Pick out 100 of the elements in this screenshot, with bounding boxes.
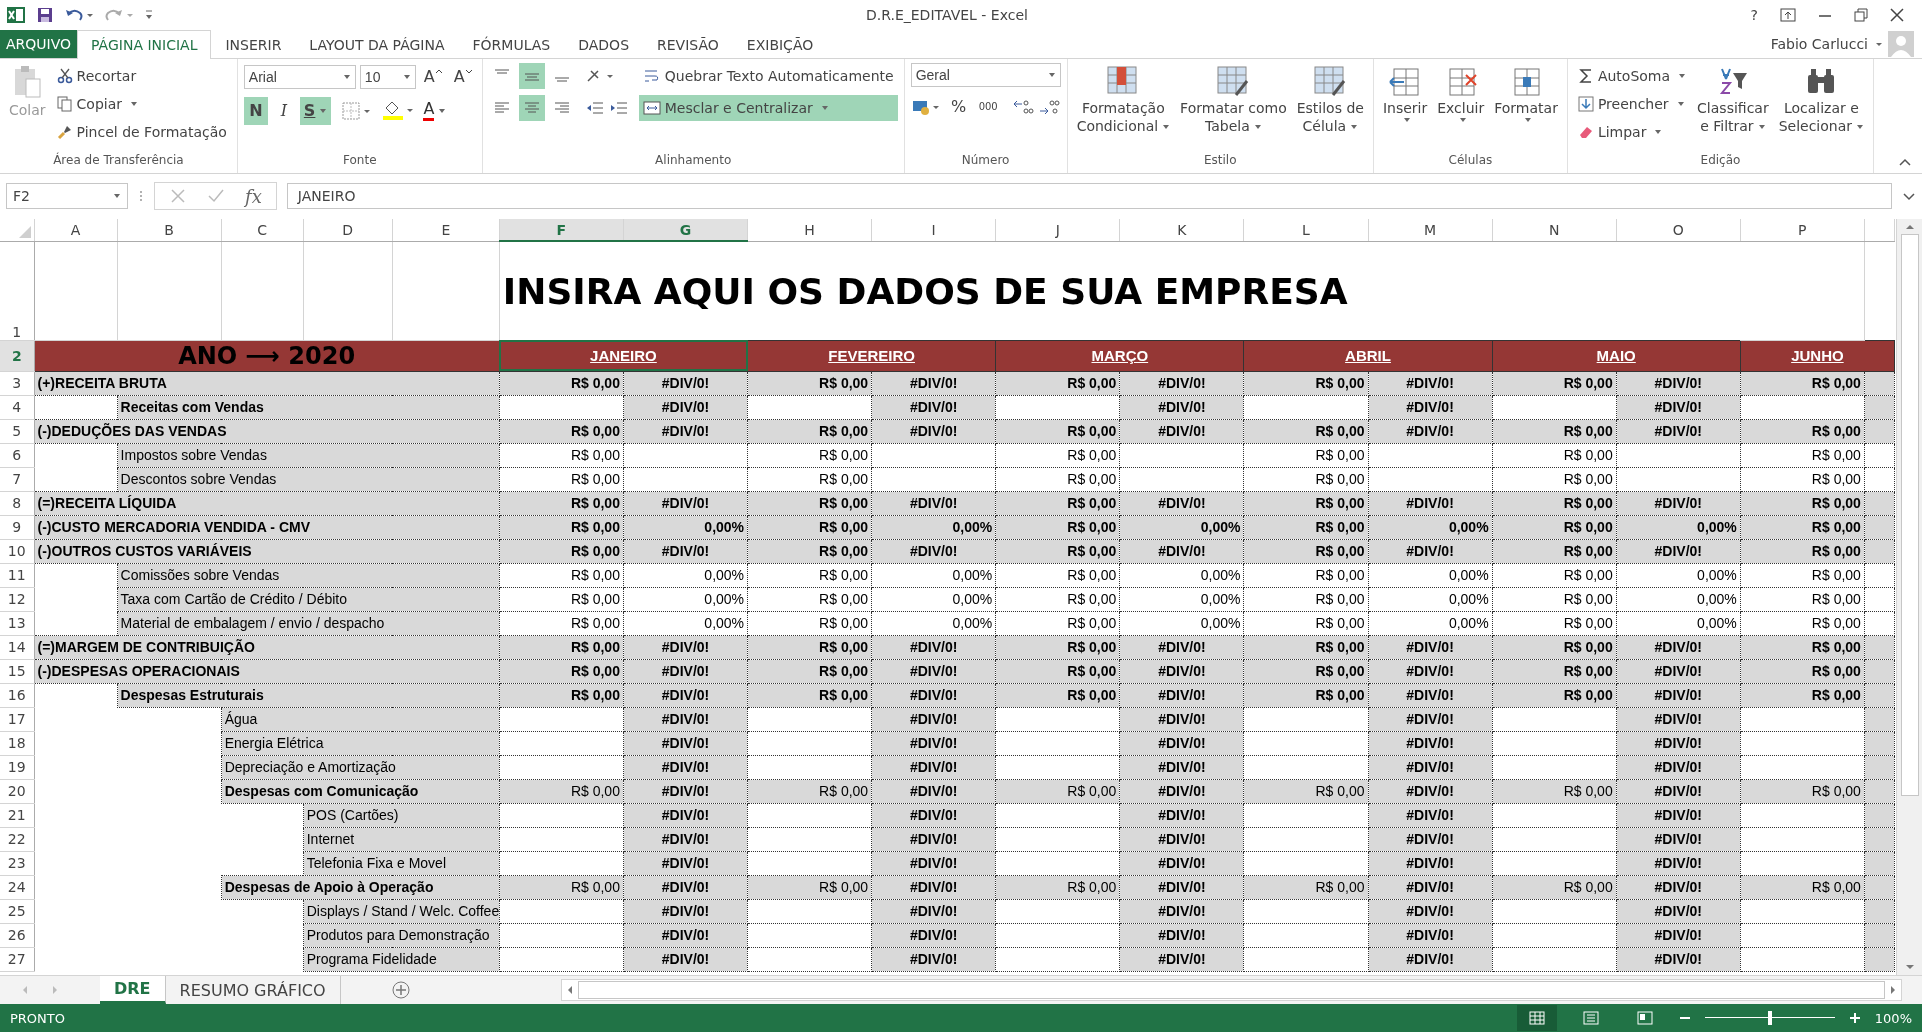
month-header[interactable]: FEVEREIRO bbox=[747, 340, 996, 372]
editing-button[interactable]: Localizar e Selecionar bbox=[1775, 62, 1868, 137]
ribbon-display-icon[interactable] bbox=[1780, 7, 1796, 22]
column-header[interactable]: F bbox=[499, 219, 624, 242]
row-header[interactable]: 21 bbox=[0, 803, 34, 828]
percent-button[interactable]: % bbox=[946, 92, 971, 121]
scroll-down-icon[interactable] bbox=[1904, 963, 1915, 972]
row-header[interactable]: 3 bbox=[0, 371, 34, 396]
user-name[interactable]: Fabio Carlucci bbox=[1770, 35, 1868, 52]
italic-button[interactable]: I bbox=[271, 96, 296, 125]
style-button[interactable]: Formatação Condicional bbox=[1073, 62, 1174, 137]
row-header[interactable]: 23 bbox=[0, 851, 34, 876]
editing-button[interactable]: Classificar e Filtrar bbox=[1694, 62, 1772, 137]
fill-color-icon[interactable] bbox=[381, 99, 416, 122]
column-header[interactable]: B bbox=[117, 219, 222, 242]
row-header[interactable]: 1 bbox=[0, 241, 34, 341]
number-format-field[interactable]: Geral bbox=[910, 62, 1061, 87]
wrap-text-button[interactable]: Quebrar Texto Automaticamente bbox=[638, 62, 898, 89]
file-tab[interactable]: ARQUIVO bbox=[0, 29, 78, 58]
row-header[interactable]: 22 bbox=[0, 827, 34, 852]
column-header[interactable]: O bbox=[1616, 219, 1741, 242]
column-header[interactable]: G bbox=[623, 219, 748, 242]
insert-function-button[interactable]: fx bbox=[245, 185, 262, 207]
ribbon-tab[interactable]: EXIBIÇÃO bbox=[732, 29, 828, 59]
row-header[interactable]: 27 bbox=[0, 947, 34, 972]
row-header[interactable]: 26 bbox=[0, 923, 34, 948]
zoom-slider-thumb[interactable] bbox=[1767, 1011, 1772, 1026]
row-header[interactable]: 8 bbox=[0, 491, 34, 516]
ribbon-tab[interactable]: INSERIR bbox=[211, 29, 296, 59]
ribbon-tab[interactable]: REVISÃO bbox=[643, 29, 733, 59]
autosum-button[interactable]: AutoSoma bbox=[1573, 62, 1691, 89]
ribbon-tab[interactable]: DADOS bbox=[564, 29, 644, 59]
fill-button[interactable]: Preencher bbox=[1573, 90, 1691, 117]
scroll-up-icon[interactable] bbox=[1904, 223, 1915, 232]
thousands-button[interactable]: 000 bbox=[974, 92, 1002, 121]
underline-button[interactable]: S bbox=[299, 96, 332, 125]
cells-button[interactable]: Formatar bbox=[1491, 62, 1561, 125]
row-header[interactable]: 16 bbox=[0, 683, 34, 708]
row-header[interactable]: 13 bbox=[0, 611, 34, 636]
row-header[interactable]: 7 bbox=[0, 467, 34, 492]
row-header[interactable]: 9 bbox=[0, 515, 34, 540]
month-header[interactable]: ABRIL bbox=[1243, 340, 1493, 372]
save-icon[interactable] bbox=[36, 5, 54, 24]
column-header[interactable]: I bbox=[871, 219, 996, 242]
formula-field[interactable]: JANEIRO bbox=[286, 183, 1892, 210]
scrollbar-thumb[interactable] bbox=[577, 981, 1885, 1000]
row-header[interactable]: 12 bbox=[0, 587, 34, 612]
column-header[interactable]: A bbox=[34, 219, 118, 242]
row-header[interactable]: 17 bbox=[0, 707, 34, 732]
column-header[interactable]: L bbox=[1243, 219, 1368, 242]
view-button[interactable] bbox=[1516, 1005, 1557, 1032]
font-name-field[interactable]: Arial bbox=[243, 64, 356, 89]
sheet-tab[interactable]: DRE bbox=[100, 976, 166, 1005]
restore-icon[interactable] bbox=[1854, 7, 1868, 22]
bold-button[interactable]: N bbox=[243, 96, 268, 125]
name-box[interactable]: F2 bbox=[6, 183, 128, 210]
row-header[interactable]: 24 bbox=[0, 875, 34, 900]
help-button[interactable]: ? bbox=[1750, 6, 1758, 23]
font-color-button[interactable]: A bbox=[419, 96, 451, 125]
column-header[interactable]: P bbox=[1740, 219, 1865, 242]
vertical-align-icon[interactable] bbox=[518, 62, 545, 89]
horizontal-align-icon[interactable] bbox=[518, 94, 545, 121]
row-header[interactable]: 15 bbox=[0, 659, 34, 684]
format-painter-button[interactable]: Pincel de Formatação bbox=[52, 118, 231, 145]
scrollbar-thumb[interactable] bbox=[1900, 234, 1919, 797]
row-header[interactable]: 11 bbox=[0, 563, 34, 588]
add-sheet-icon[interactable] bbox=[390, 980, 411, 1001]
merge-center-button[interactable]: Mesclar e Centralizar bbox=[638, 94, 898, 121]
copy-button[interactable]: Copiar bbox=[52, 90, 231, 117]
column-header[interactable]: E bbox=[392, 219, 500, 242]
collapse-ribbon-icon[interactable] bbox=[1898, 156, 1912, 167]
month-header[interactable]: MAIO bbox=[1492, 340, 1741, 372]
row-header[interactable]: 10 bbox=[0, 539, 34, 564]
row-header[interactable]: 18 bbox=[0, 731, 34, 756]
row-header[interactable]: 20 bbox=[0, 779, 34, 804]
row-header[interactable]: 25 bbox=[0, 899, 34, 924]
row-header[interactable]: 4 bbox=[0, 395, 34, 420]
column-header[interactable]: J bbox=[995, 219, 1120, 242]
ribbon-tab[interactable]: FÓRMULAS bbox=[458, 29, 565, 59]
style-button[interactable]: Estilos de Célula bbox=[1293, 62, 1367, 137]
row-header[interactable]: 2 bbox=[0, 340, 34, 372]
row-header[interactable]: 5 bbox=[0, 419, 34, 444]
column-header[interactable]: N bbox=[1492, 219, 1617, 242]
shrink-font-button[interactable]: A bbox=[449, 62, 476, 91]
zoom-in-icon[interactable] bbox=[1848, 1012, 1861, 1025]
cut-button[interactable]: Recortar bbox=[52, 62, 231, 89]
font-size-field[interactable]: 10 bbox=[359, 64, 416, 89]
cells-button[interactable]: Excluir bbox=[1434, 62, 1488, 125]
scroll-right-icon[interactable] bbox=[1889, 985, 1897, 996]
zoom-level[interactable]: 100% bbox=[1874, 1010, 1912, 1026]
clear-button[interactable]: Limpar bbox=[1573, 118, 1691, 145]
style-button[interactable]: Formatar como Tabela bbox=[1177, 62, 1290, 137]
row-header[interactable]: 14 bbox=[0, 635, 34, 660]
column-header[interactable]: M bbox=[1368, 219, 1493, 242]
cells-button[interactable]: Inserir bbox=[1379, 62, 1431, 125]
column-header[interactable]: C bbox=[221, 219, 304, 242]
month-header[interactable]: JANEIRO bbox=[499, 340, 748, 372]
column-header[interactable]: H bbox=[747, 219, 872, 242]
grow-font-button[interactable]: A bbox=[419, 62, 446, 91]
ribbon-tab[interactable]: LAYOUT DA PÁGINA bbox=[295, 29, 459, 59]
